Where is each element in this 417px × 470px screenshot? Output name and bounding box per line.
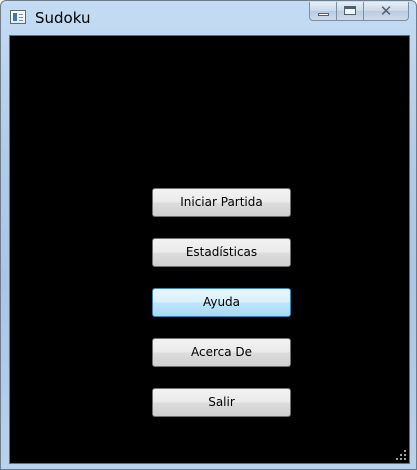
close-icon: ✕ [379, 2, 393, 20]
exit-button[interactable]: Salir [152, 388, 291, 417]
sudoku-window: Sudoku ✕ Iniciar Partida Estadísticas Ay… [0, 0, 417, 470]
maximize-icon [344, 6, 356, 15]
statistics-button[interactable]: Estadísticas [152, 238, 291, 267]
about-button[interactable]: Acerca De [152, 338, 291, 367]
close-button[interactable]: ✕ [363, 2, 409, 21]
help-button[interactable]: Ayuda [152, 288, 291, 317]
start-game-button[interactable]: Iniciar Partida [152, 188, 291, 217]
minimize-icon [318, 13, 329, 16]
resize-grip-icon[interactable] [396, 450, 406, 460]
window-title: Sudoku [35, 9, 91, 27]
maximize-button[interactable] [336, 2, 363, 21]
caption-buttons: ✕ [309, 2, 409, 22]
title-bar[interactable]: Sudoku ✕ [1, 1, 416, 35]
app-window-icon[interactable] [10, 10, 26, 24]
minimize-button[interactable] [309, 2, 336, 21]
main-menu-area: Iniciar Partida Estadísticas Ayuda Acerc… [9, 35, 410, 464]
